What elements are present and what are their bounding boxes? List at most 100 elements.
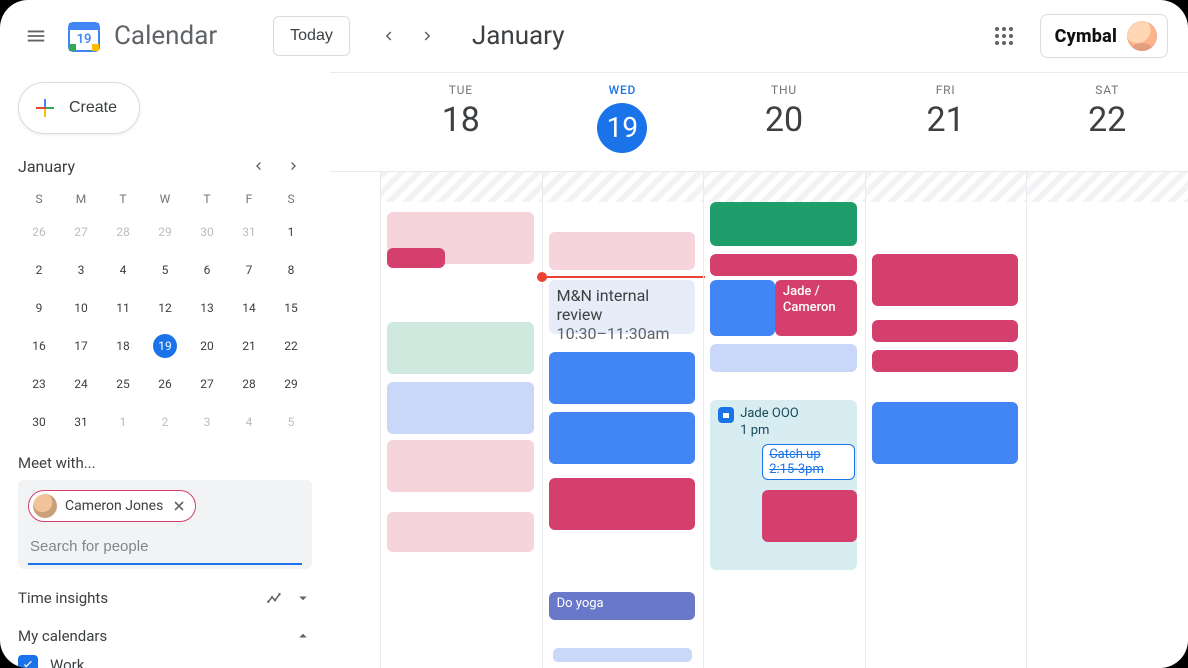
- calendar-event[interactable]: [549, 478, 696, 530]
- calendar-event[interactable]: [549, 412, 696, 464]
- mini-day[interactable]: 16: [18, 330, 60, 362]
- day-number: 20: [765, 103, 803, 137]
- people-chip[interactable]: Cameron Jones: [28, 490, 196, 522]
- day-header[interactable]: FRI21: [865, 73, 1027, 171]
- time-insights-toggle[interactable]: Time insights: [18, 589, 312, 607]
- calendar-event[interactable]: [387, 248, 445, 268]
- menu-button[interactable]: [16, 16, 56, 56]
- calendar-event[interactable]: [549, 352, 696, 404]
- mini-day[interactable]: 21: [228, 330, 270, 362]
- day-column[interactable]: [1026, 172, 1188, 668]
- mini-day[interactable]: 30: [186, 216, 228, 248]
- calendar-event[interactable]: [387, 512, 534, 552]
- mini-day[interactable]: 29: [270, 368, 312, 400]
- mini-day[interactable]: 3: [60, 254, 102, 286]
- event-title: M&N internal review: [557, 286, 688, 324]
- mini-day[interactable]: 2: [144, 406, 186, 438]
- mini-day[interactable]: 17: [60, 330, 102, 362]
- mini-day[interactable]: 4: [102, 254, 144, 286]
- calendar-event[interactable]: [387, 322, 534, 374]
- chip-remove-button[interactable]: [171, 498, 187, 514]
- calendar-event[interactable]: [549, 232, 696, 270]
- my-calendars-toggle[interactable]: My calendars: [18, 627, 312, 645]
- day-column[interactable]: [380, 172, 542, 668]
- mini-day[interactable]: 13: [186, 292, 228, 324]
- mini-day[interactable]: 29: [144, 216, 186, 248]
- mini-day[interactable]: 23: [18, 368, 60, 400]
- mini-day[interactable]: 30: [18, 406, 60, 438]
- mini-day[interactable]: 1: [102, 406, 144, 438]
- day-column[interactable]: [865, 172, 1027, 668]
- mini-day[interactable]: 27: [186, 368, 228, 400]
- calendar-event[interactable]: [872, 320, 1019, 342]
- account-switcher[interactable]: Cymbal: [1040, 14, 1168, 58]
- day-column[interactable]: Jade / Cameron Jade OOO1 pmCatch up2:15-3…: [703, 172, 865, 668]
- next-week-button[interactable]: [410, 18, 446, 54]
- calendar-event[interactable]: [710, 254, 857, 276]
- mini-day[interactable]: 2: [18, 254, 60, 286]
- mini-day[interactable]: 22: [270, 330, 312, 362]
- apps-launcher-button[interactable]: [984, 16, 1024, 56]
- mini-calendar: January SMTWTFS2627282930311234567891011…: [18, 152, 312, 438]
- day-header[interactable]: TUE18: [380, 73, 542, 171]
- mini-day[interactable]: 18: [102, 330, 144, 362]
- mini-day[interactable]: 11: [102, 292, 144, 324]
- mini-dow: T: [186, 188, 228, 210]
- mini-day[interactable]: 31: [60, 406, 102, 438]
- grid-area[interactable]: M&N internal review10:30–11:30amDo yogaJ…: [330, 172, 1188, 668]
- day-header[interactable]: SAT22: [1026, 73, 1188, 171]
- mini-day[interactable]: 14: [228, 292, 270, 324]
- calendar-checkbox[interactable]: [18, 655, 38, 668]
- mini-prev-button[interactable]: [244, 152, 272, 180]
- calendar-event[interactable]: [387, 440, 534, 492]
- mini-day[interactable]: 27: [60, 216, 102, 248]
- event-jade-cameron[interactable]: Jade / Cameron: [775, 280, 857, 336]
- day-header[interactable]: THU20: [703, 73, 865, 171]
- day-column[interactable]: M&N internal review10:30–11:30am Do yoga: [542, 172, 704, 668]
- mini-day[interactable]: 8: [270, 254, 312, 286]
- calendar-item[interactable]: Work: [18, 655, 312, 668]
- mini-day[interactable]: 15: [270, 292, 312, 324]
- calendar-event[interactable]: [872, 402, 1019, 464]
- mini-dow: S: [270, 188, 312, 210]
- event-catch-up[interactable]: Catch up2:15-3pm: [762, 444, 855, 480]
- mini-day[interactable]: 5: [270, 406, 312, 438]
- mini-day[interactable]: 24: [60, 368, 102, 400]
- today-button[interactable]: Today: [273, 16, 350, 56]
- calendar-event[interactable]: [387, 382, 534, 434]
- calendar-event[interactable]: [872, 254, 1019, 306]
- mini-day[interactable]: 26: [18, 216, 60, 248]
- mini-day[interactable]: 19: [144, 330, 186, 362]
- chip-label: Cameron Jones: [65, 498, 163, 514]
- calendar-event[interactable]: [872, 350, 1019, 372]
- mini-day[interactable]: 9: [18, 292, 60, 324]
- chevron-left-icon: [250, 158, 266, 174]
- mini-day[interactable]: 4: [228, 406, 270, 438]
- mini-day[interactable]: 31: [228, 216, 270, 248]
- search-people-input[interactable]: [28, 530, 302, 565]
- prev-week-button[interactable]: [370, 18, 406, 54]
- mini-day[interactable]: 26: [144, 368, 186, 400]
- event-yoga[interactable]: Do yoga: [549, 592, 696, 620]
- day-header[interactable]: WED19: [542, 73, 704, 171]
- calendar-event[interactable]: [710, 280, 775, 336]
- day-number: 19: [597, 103, 647, 153]
- event-mn-review[interactable]: M&N internal review10:30–11:30am: [549, 280, 696, 334]
- mini-day[interactable]: 20: [186, 330, 228, 362]
- mini-day[interactable]: 28: [228, 368, 270, 400]
- mini-day[interactable]: 7: [228, 254, 270, 286]
- mini-day[interactable]: 1: [270, 216, 312, 248]
- calendar-event[interactable]: [710, 202, 857, 246]
- mini-day[interactable]: 3: [186, 406, 228, 438]
- event-jade-ooo[interactable]: Jade OOO1 pm: [710, 400, 857, 570]
- calendar-event[interactable]: [710, 344, 857, 372]
- mini-day[interactable]: 5: [144, 254, 186, 286]
- mini-day[interactable]: 10: [60, 292, 102, 324]
- mini-day[interactable]: 25: [102, 368, 144, 400]
- mini-day[interactable]: 28: [102, 216, 144, 248]
- mini-day[interactable]: 12: [144, 292, 186, 324]
- create-button[interactable]: Create: [18, 82, 140, 134]
- mini-next-button[interactable]: [280, 152, 308, 180]
- mini-day[interactable]: 6: [186, 254, 228, 286]
- calendar-event[interactable]: [762, 490, 857, 542]
